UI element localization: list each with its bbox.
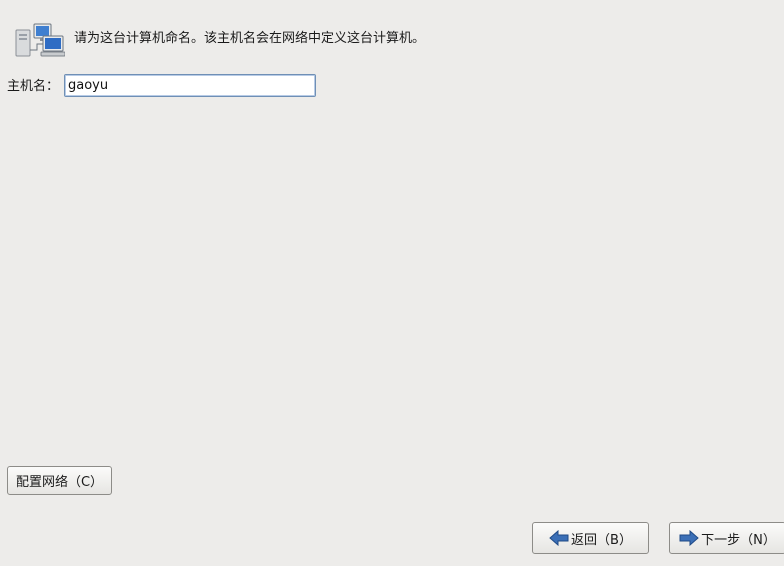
next-button[interactable]: 下一步（N） — [669, 522, 784, 554]
configure-network-button[interactable]: 配置网络（C） — [7, 466, 112, 495]
hostname-input[interactable] — [64, 74, 316, 97]
arrow-right-icon — [679, 529, 699, 547]
hostname-page: 请为这台计算机命名。该主机名会在网络中定义这台计算机。 主机名： 配置网络（C）… — [0, 0, 784, 566]
arrow-left-icon — [549, 529, 569, 547]
instruction-text: 请为这台计算机命名。该主机名会在网络中定义这台计算机。 — [74, 31, 426, 46]
back-button[interactable]: 返回（B） — [532, 522, 649, 554]
network-computers-icon — [15, 22, 66, 58]
back-button-label: 返回（B） — [571, 532, 632, 548]
next-button-label: 下一步（N） — [701, 532, 776, 548]
hostname-label: 主机名： — [7, 79, 60, 94]
